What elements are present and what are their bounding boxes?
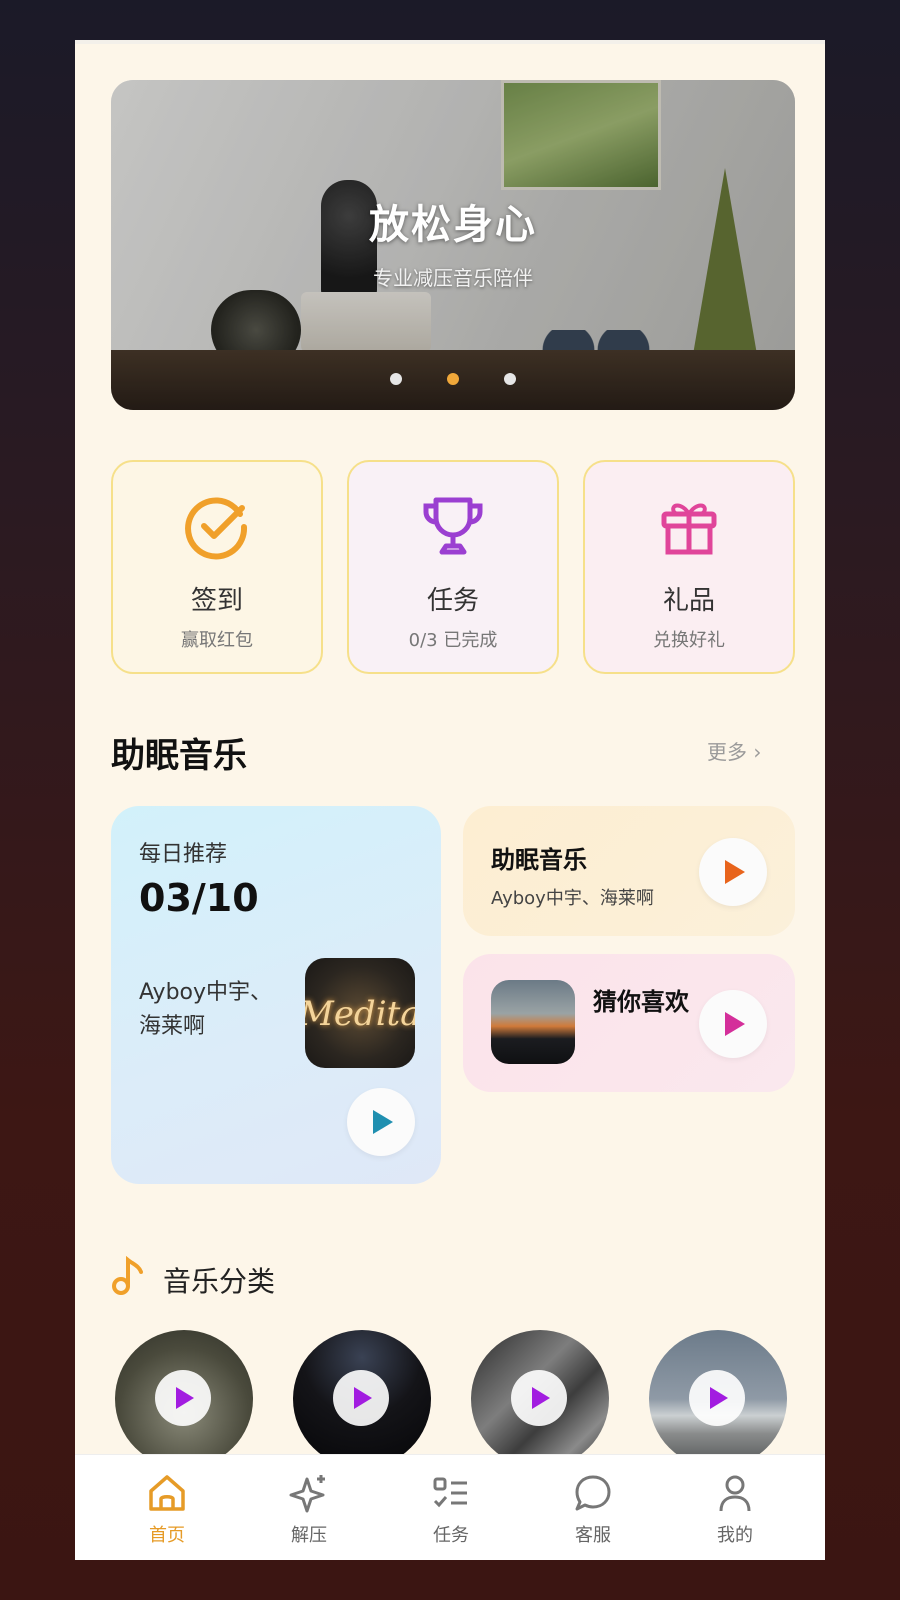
play-button[interactable] bbox=[347, 1088, 415, 1156]
gifts-card[interactable]: 礼品 兑换好礼 bbox=[583, 460, 795, 674]
tab-label: 首页 bbox=[149, 1525, 185, 1546]
quick-actions: 签到 赢取红包 任务 0/3 已完成 礼品 兑换好礼 bbox=[111, 460, 795, 674]
app-screen: 放松身心 专业减压音乐陪伴 签到 赢取红包 任务 0/3 已完成 礼品 兑换好礼… bbox=[75, 40, 825, 1560]
card-artist: Ayboy中宇、海莱啊 bbox=[491, 888, 654, 909]
tab-label: 解压 bbox=[291, 1525, 327, 1546]
play-icon bbox=[725, 1012, 745, 1036]
daily-artist: Ayboy中宇、海莱啊 bbox=[139, 980, 273, 1039]
play-button[interactable] bbox=[699, 990, 767, 1058]
play-button[interactable] bbox=[699, 838, 767, 906]
daily-label: 每日推荐 bbox=[139, 842, 228, 867]
user-icon bbox=[675, 1471, 795, 1515]
tab-label: 我的 bbox=[717, 1525, 753, 1546]
daily-date: 03/10 bbox=[139, 876, 259, 920]
gifts-subtitle: 兑换好礼 bbox=[653, 630, 725, 651]
tab-label: 任务 bbox=[433, 1525, 469, 1546]
checkin-subtitle: 赢取红包 bbox=[181, 630, 253, 651]
play-icon bbox=[725, 860, 745, 884]
play-icon bbox=[176, 1387, 194, 1409]
chat-bubble-icon bbox=[533, 1471, 653, 1515]
tab-home[interactable]: 首页 bbox=[107, 1471, 227, 1547]
tab-label: 客服 bbox=[575, 1525, 611, 1546]
carousel-indicator bbox=[111, 370, 795, 389]
carousel-dot[interactable] bbox=[504, 373, 517, 385]
sleep-music-card[interactable]: 助眠音乐 Ayboy中宇、海莱啊 bbox=[463, 806, 795, 936]
banner-carousel[interactable]: 放松身心 专业减压音乐陪伴 bbox=[111, 80, 795, 410]
carousel-dot[interactable] bbox=[389, 373, 402, 385]
bottom-tab-bar: 首页 解压 任务 客服 我的 bbox=[75, 1454, 825, 1560]
music-note-icon bbox=[111, 1255, 145, 1296]
more-link[interactable]: 更多 › bbox=[707, 736, 761, 765]
check-circle-icon bbox=[113, 492, 321, 562]
tasks-card[interactable]: 任务 0/3 已完成 bbox=[347, 460, 559, 674]
tab-relax[interactable]: 解压 bbox=[249, 1471, 369, 1547]
daily-recommend-card[interactable]: 每日推荐 03/10 Ayboy中宇、海莱啊 Meditation bbox=[111, 806, 441, 1184]
trophy-icon bbox=[349, 492, 557, 562]
tab-service[interactable]: 客服 bbox=[533, 1471, 653, 1547]
category-title: 音乐分类 bbox=[163, 1265, 276, 1298]
checkin-title: 签到 bbox=[190, 586, 243, 616]
tab-tasks[interactable]: 任务 bbox=[391, 1471, 511, 1547]
tasks-title: 任务 bbox=[426, 586, 479, 616]
play-button[interactable] bbox=[511, 1370, 567, 1426]
play-icon bbox=[354, 1387, 372, 1409]
category-sea[interactable] bbox=[649, 1330, 787, 1468]
card-title: 助眠音乐 bbox=[491, 846, 587, 874]
tab-profile[interactable]: 我的 bbox=[675, 1471, 795, 1547]
play-button[interactable] bbox=[689, 1370, 745, 1426]
sparkle-icon bbox=[249, 1471, 369, 1515]
play-icon bbox=[373, 1110, 393, 1134]
banner-subtitle: 专业减压音乐陪伴 bbox=[373, 266, 533, 290]
gifts-title: 礼品 bbox=[662, 586, 715, 616]
carousel-dot-active[interactable] bbox=[447, 373, 459, 385]
category-night[interactable] bbox=[293, 1330, 431, 1468]
card-title: 猜你喜欢 bbox=[593, 988, 689, 1016]
checklist-icon bbox=[391, 1471, 511, 1515]
tasks-subtitle: 0/3 已完成 bbox=[408, 630, 498, 651]
play-button[interactable] bbox=[155, 1370, 211, 1426]
play-icon bbox=[532, 1387, 550, 1409]
category-rock[interactable] bbox=[471, 1330, 609, 1468]
cover-text: Meditation bbox=[305, 994, 415, 1034]
banner-title: 放松身心 bbox=[369, 202, 537, 248]
album-cover: Meditation bbox=[305, 958, 415, 1068]
gift-icon bbox=[585, 492, 793, 562]
checkin-card[interactable]: 签到 赢取红包 bbox=[111, 460, 323, 674]
category-forest[interactable] bbox=[115, 1330, 253, 1468]
play-icon bbox=[710, 1387, 728, 1409]
play-button[interactable] bbox=[333, 1370, 389, 1426]
album-cover bbox=[491, 980, 575, 1064]
home-icon bbox=[107, 1471, 227, 1515]
guess-you-like-card[interactable]: 猜你喜欢 bbox=[463, 954, 795, 1092]
section-title: 助眠音乐 bbox=[111, 736, 247, 776]
